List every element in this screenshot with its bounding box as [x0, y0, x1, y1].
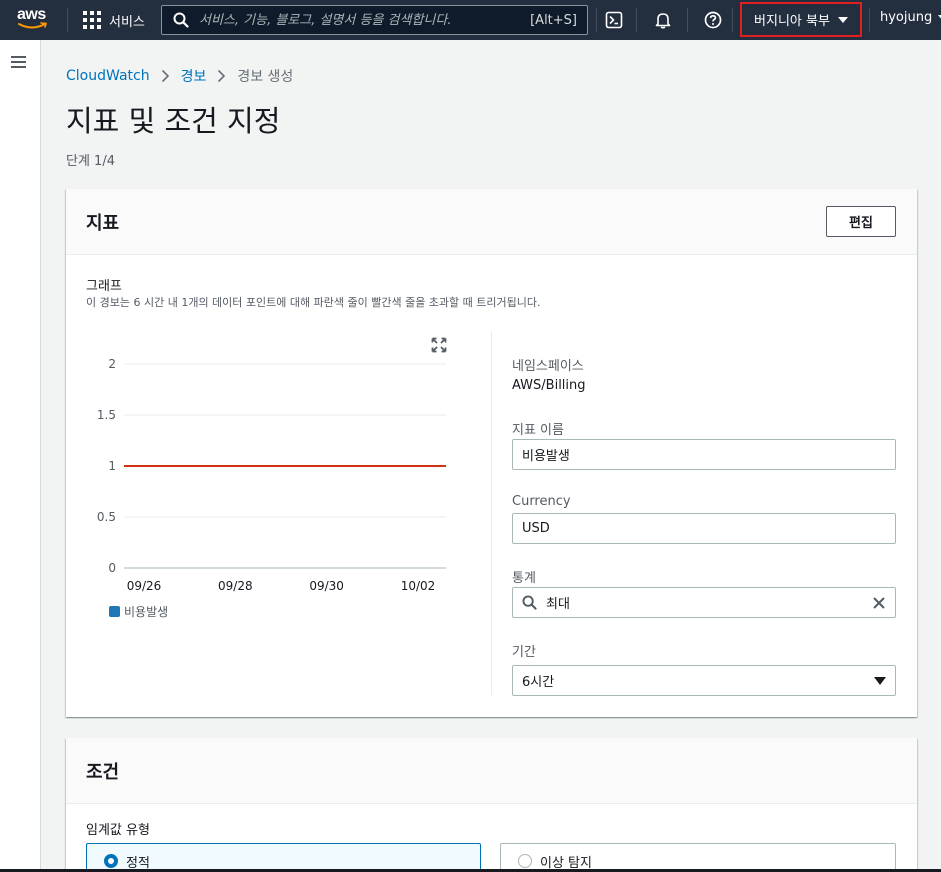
services-menu-button[interactable]: 서비스 [83, 9, 145, 31]
search-input[interactable] [189, 12, 531, 28]
region-selector[interactable]: 버지니아 북부 [740, 2, 862, 37]
metric-panel: 지표 편집 그래프 이 경보는 6 시간 내 1개의 데이터 포인트에 대해 파… [66, 189, 917, 717]
grid-icon [83, 11, 101, 29]
graph-title: 그래프 [86, 279, 122, 294]
conditions-panel-heading: 조건 [86, 762, 120, 783]
currency-label: Currency [512, 494, 571, 509]
statistic-label: 통계 [512, 571, 536, 586]
global-search[interactable]: [Alt+S] [161, 5, 588, 35]
radio-selected-icon [104, 854, 118, 868]
breadcrumb-current: 경보 생성 [237, 69, 294, 85]
services-label: 서비스 [109, 14, 145, 30]
search-shortcut-hint: [Alt+S] [530, 12, 577, 28]
side-navigation-collapsed [0, 40, 41, 872]
column-divider [491, 331, 492, 695]
statistic-input[interactable] [537, 595, 871, 610]
menu-icon[interactable] [11, 56, 27, 69]
cloudshell-button[interactable] [604, 10, 624, 30]
page-title: 지표 및 조건 지정 [66, 104, 281, 138]
nav-divider [687, 8, 688, 32]
caret-down-icon [874, 676, 886, 685]
search-icon [173, 12, 189, 28]
caret-down-icon [837, 16, 848, 23]
metric-panel-heading: 지표 [86, 213, 120, 234]
metric-name-field[interactable] [512, 439, 896, 470]
metric-name-label: 지표 이름 [512, 423, 564, 438]
threshold-type-static-option[interactable]: 정적 [86, 843, 481, 872]
bell-icon [655, 13, 671, 29]
breadcrumb-link-cloudwatch[interactable]: CloudWatch [66, 68, 150, 84]
radio-unselected-icon [518, 854, 532, 868]
graph-description: 이 경보는 6 시간 내 1개의 데이터 포인트에 대해 파란색 줄이 빨간색 … [86, 296, 541, 309]
period-selected-value: 6시간 [522, 675, 555, 690]
namespace-value: AWS/Billing [512, 378, 586, 393]
threshold-type-label: 임계값 유형 [86, 823, 150, 838]
x-tick-label: 09/28 [218, 579, 253, 593]
aws-smile-icon [18, 22, 48, 29]
nav-divider [636, 8, 637, 32]
help-button[interactable] [703, 10, 723, 30]
threshold-type-anomaly-option[interactable]: 이상 탐지 [500, 843, 896, 872]
y-tick-label: 1.5 [97, 408, 116, 422]
notifications-button[interactable] [653, 10, 673, 30]
step-indicator: 단계 1/4 [66, 154, 115, 169]
help-icon [704, 11, 722, 29]
x-tick-label: 09/30 [309, 579, 344, 593]
legend-label: 비용발생 [124, 605, 169, 619]
nav-divider [596, 8, 597, 32]
nav-divider [67, 8, 68, 32]
chevron-right-icon [161, 69, 169, 83]
chevron-right-icon [218, 69, 226, 83]
metric-panel-header: 지표 편집 [66, 189, 917, 255]
top-navigation: aws 서비스 [Alt+S] [0, 0, 941, 40]
nav-divider [869, 8, 870, 32]
nav-divider [732, 8, 733, 32]
region-label: 버지니아 북부 [754, 14, 830, 29]
breadcrumb-link-alarms[interactable]: 경보 [181, 66, 207, 86]
option-label: 정적 [126, 855, 150, 871]
account-menu[interactable]: hyojung [880, 10, 941, 25]
username: hyojung [880, 10, 933, 25]
y-tick-label: 0.5 [97, 510, 116, 524]
edit-metric-button[interactable]: 편집 [826, 206, 896, 237]
period-label: 기간 [512, 645, 536, 660]
y-tick-label: 2 [108, 357, 116, 371]
x-tick-label: 10/02 [401, 579, 436, 593]
y-tick-label: 0 [108, 561, 116, 575]
aws-logo-text: aws [17, 6, 46, 23]
chart-legend: 비용발생 [109, 603, 168, 620]
search-icon [522, 595, 537, 610]
statistic-search[interactable] [512, 587, 896, 618]
close-icon[interactable] [871, 595, 887, 611]
option-label: 이상 탐지 [540, 855, 592, 871]
namespace-label: 네임스페이스 [512, 359, 584, 374]
conditions-panel: 조건 임계값 유형 정적 이상 탐지 [66, 738, 917, 872]
terminal-icon [605, 11, 623, 29]
legend-swatch [109, 606, 120, 617]
y-tick-label: 1 [108, 459, 116, 473]
aws-logo[interactable]: aws [17, 7, 51, 33]
breadcrumb: CloudWatch 경보 경보 생성 [66, 66, 293, 86]
period-select[interactable]: 6시간 [512, 665, 896, 696]
conditions-panel-header: 조건 [66, 738, 917, 804]
currency-field[interactable] [512, 513, 896, 544]
x-tick-label: 09/26 [127, 579, 162, 593]
metric-chart: 2 1.5 1 0.5 0 09/26 09/28 09/30 10/02 [97, 357, 446, 593]
